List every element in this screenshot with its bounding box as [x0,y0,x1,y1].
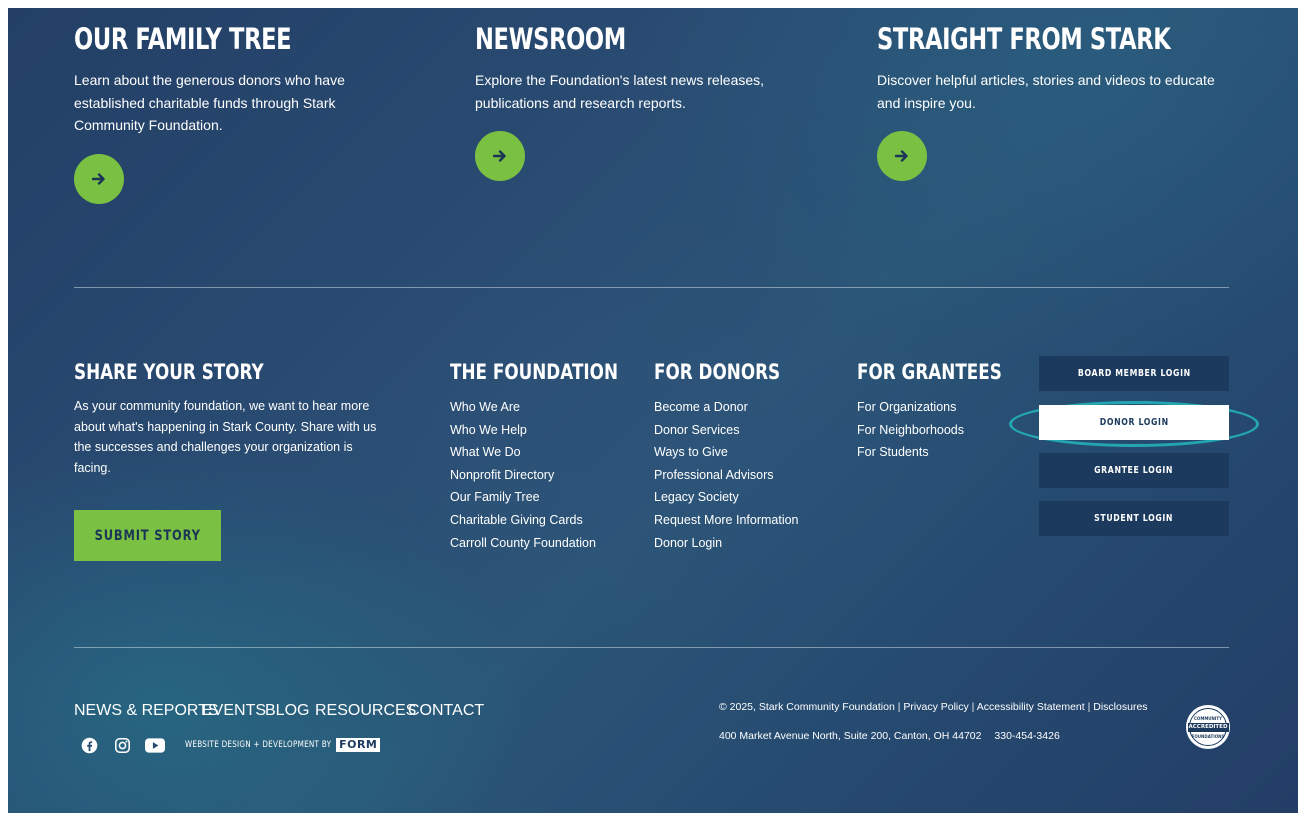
foundation-link[interactable]: Nonprofit Directory [450,464,660,487]
nav-events[interactable]: EVENTS [202,702,266,720]
foundation-link[interactable]: Charitable Giving Cards [450,509,660,532]
seal-bottom-text: FOUNDATIONS [1191,733,1225,739]
grantees-column: FOR GRANTEES For Organizations For Neigh… [857,360,1038,464]
divider-top [74,287,1229,288]
seal-top-text: COMMUNITY [1194,715,1223,721]
accessibility-link[interactable]: Accessibility Statement [977,701,1085,713]
card-title: OUR FAMILY TREE [74,22,292,56]
foundation-column: THE FOUNDATION Who We Are Who We Help Wh… [450,360,660,554]
accreditation-seal: COMMUNITY ACCREDITED FOUNDATIONS [1186,705,1230,749]
design-credit: WEBSITE DESIGN + DEVELOPMENT BY FORM [185,738,381,752]
donor-login-label: DONOR LOGIN [1099,417,1169,428]
card-straight-from-stark: STRAIGHT FROM STARK Discover helpful art… [877,22,1233,181]
nav-blog[interactable]: BLOG [265,702,309,720]
instagram-icon[interactable] [111,734,133,756]
foundation-title: THE FOUNDATION [450,360,618,384]
facebook-icon[interactable] [78,734,100,756]
donors-link[interactable]: Donor Services [654,419,812,442]
legal-line: © 2025, Stark Community Foundation | Pri… [719,701,1148,713]
form-logo[interactable]: FORM [336,738,381,752]
family-tree-arrow-button[interactable] [74,153,124,204]
foundation-link[interactable]: What We Do [450,441,660,464]
arrow-right-icon [92,172,105,185]
newsroom-arrow-button[interactable] [475,131,525,181]
donors-link[interactable]: Donor Login [654,532,812,555]
divider-bottom [74,647,1229,648]
privacy-policy-link[interactable]: Privacy Policy [903,701,968,713]
card-newsroom: NEWSROOM Explore the Foundation's latest… [475,22,785,181]
submit-story-label: SUBMIT STORY [94,527,201,544]
arrow-right-icon [895,150,908,162]
grantees-link[interactable]: For Organizations [857,396,1038,419]
donors-title: FOR DONORS [654,360,781,384]
foundation-link[interactable]: Who We Are [450,396,660,419]
address: 400 Market Avenue North, Suite 200, Cant… [719,730,982,742]
copyright: © 2025, Stark Community Foundation [719,701,895,713]
phone[interactable]: 330-454-3426 [994,730,1059,742]
foundation-link[interactable]: Our Family Tree [450,486,660,509]
submit-story-button[interactable]: SUBMIT STORY [74,510,221,561]
youtube-icon[interactable] [144,734,166,756]
donors-column: FOR DONORS Become a Donor Donor Services… [654,360,812,554]
bottom-nav: NEWS & REPORTS EVENTS BLOG RESOURCES CON… [74,702,534,722]
card-title: STRAIGHT FROM STARK [877,22,1171,56]
straight-from-stark-arrow-button[interactable] [877,131,927,181]
card-text: Learn about the generous donors who have… [74,72,345,133]
donors-link[interactable]: Ways to Give [654,441,812,464]
grantee-login-label: GRANTEE LOGIN [1094,465,1174,476]
foundation-links: Who We Are Who We Help What We Do Nonpro… [450,396,660,554]
grantees-links: For Organizations For Neighborhoods For … [857,396,1038,464]
foundation-link[interactable]: Carroll County Foundation [450,532,660,555]
share-story-section: SHARE YOUR STORY As your community found… [74,360,394,561]
address-line: 400 Market Avenue North, Suite 200, Cant… [719,729,1060,743]
disclosures-link[interactable]: Disclosures [1093,701,1147,713]
seal-badge-icon: COMMUNITY ACCREDITED FOUNDATIONS [1187,708,1229,746]
nav-news-reports[interactable]: NEWS & REPORTS [74,702,219,720]
seal-main-text: ACCREDITED [1187,722,1229,732]
site-footer: OUR FAMILY TREE Learn about the generous… [8,8,1298,813]
donors-link[interactable]: Professional Advisors [654,464,812,487]
foundation-link[interactable]: Who We Help [450,419,660,442]
card-text: Discover helpful articles, stories and v… [877,72,1215,111]
donor-login-button[interactable]: DONOR LOGIN [1039,405,1229,440]
credit-text: WEBSITE DESIGN + DEVELOPMENT BY [185,740,332,750]
nav-resources[interactable]: RESOURCES [315,702,416,720]
donors-link[interactable]: Request More Information [654,509,812,532]
card-text: Explore the Foundation's latest news rel… [475,72,765,111]
grantees-title: FOR GRANTEES [857,360,1002,384]
card-family-tree: OUR FAMILY TREE Learn about the generous… [74,22,374,204]
nav-contact[interactable]: CONTACT [408,702,484,720]
donors-link[interactable]: Legacy Society [654,486,812,509]
student-login-button[interactable]: STUDENT LOGIN [1039,501,1229,536]
donors-link[interactable]: Become a Donor [654,396,812,419]
arrow-right-icon [493,150,506,162]
donors-links: Become a Donor Donor Services Ways to Gi… [654,396,812,554]
board-member-login-label: BOARD MEMBER LOGIN [1077,368,1191,379]
board-member-login-button[interactable]: BOARD MEMBER LOGIN [1039,356,1229,391]
grantee-login-button[interactable]: GRANTEE LOGIN [1039,453,1229,488]
grantees-link[interactable]: For Students [857,441,1038,464]
student-login-label: STUDENT LOGIN [1094,513,1174,524]
share-story-title: SHARE YOUR STORY [74,360,264,384]
share-story-text: As your community foundation, we want to… [74,399,377,475]
social-links: WEBSITE DESIGN + DEVELOPMENT BY FORM [78,734,381,756]
card-title: NEWSROOM [475,22,626,56]
